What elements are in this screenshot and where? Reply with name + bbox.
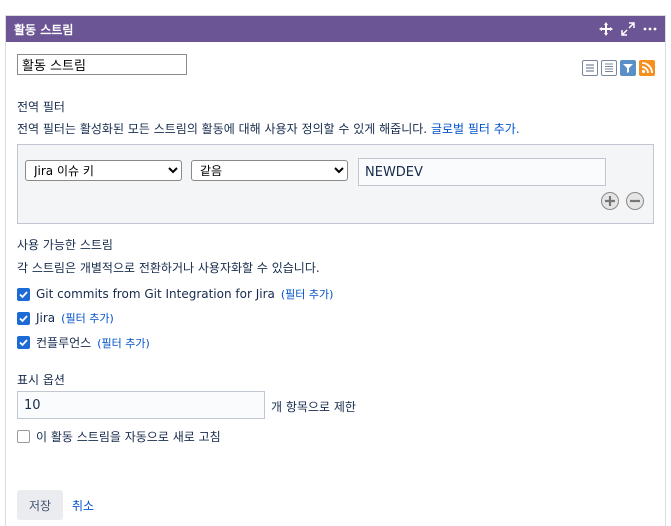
- item-limit-input[interactable]: [17, 391, 265, 419]
- checkbox-checked[interactable]: [17, 287, 30, 301]
- stream-title-input[interactable]: [17, 54, 187, 75]
- list-view-icon[interactable]: [582, 60, 598, 76]
- global-filter-heading: 전역 필터: [17, 100, 65, 114]
- stream-label: Jira: [36, 311, 56, 325]
- checkbox-checked[interactable]: [17, 336, 30, 349]
- stream-item[interactable]: Jira (필터 추가): [17, 310, 114, 326]
- add-stream-filter-link[interactable]: (필터 추가): [97, 335, 150, 351]
- filter-value-input[interactable]: [358, 158, 606, 186]
- add-global-filter-link[interactable]: 글로벌 필터 추가.: [431, 122, 520, 136]
- streams-description: 각 스트림은 개별적으로 전환하거나 사용자화할 수 있습니다.: [17, 261, 320, 275]
- activity-stream-gadget: 활동 스트림 전역 필터 전역 필터는 활성화된 모든 스: [5, 15, 666, 526]
- more-icon[interactable]: [643, 22, 657, 36]
- stream-label: 컨플루언스: [36, 336, 92, 350]
- auto-refresh-row[interactable]: 이 활동 스트림을 자동으로 새로 고침: [17, 428, 221, 445]
- move-icon[interactable]: [599, 22, 613, 36]
- stream-item[interactable]: Git commits from Git Integration for Jir…: [17, 286, 333, 302]
- list-view-icon[interactable]: [601, 60, 617, 76]
- gadget-title: 활동 스트림: [14, 22, 74, 37]
- expand-icon[interactable]: [621, 22, 635, 36]
- streams-heading: 사용 가능한 스트림: [17, 238, 113, 252]
- checkbox-checked[interactable]: [17, 311, 30, 325]
- add-filter-row-button[interactable]: [601, 192, 619, 210]
- rss-icon[interactable]: [639, 60, 655, 76]
- cancel-link[interactable]: 취소: [72, 497, 94, 514]
- view-icons: [582, 60, 655, 76]
- save-button[interactable]: 저장: [17, 490, 63, 520]
- stream-label: Git commits from Git Integration for Jir…: [36, 287, 275, 301]
- add-stream-filter-link[interactable]: (필터 추가): [61, 310, 114, 326]
- filter-field-select[interactable]: Jira 이슈 키: [25, 160, 182, 181]
- item-limit-suffix: 개 항목으로 제한: [271, 400, 356, 414]
- filter-box: Jira 이슈 키 같음: [17, 144, 654, 224]
- display-options-heading: 표시 옵션: [17, 373, 65, 387]
- filter-icon[interactable]: [620, 60, 636, 76]
- stream-item[interactable]: 컨플루언스 (필터 추가): [17, 334, 150, 351]
- gadget-header: 활동 스트림: [6, 16, 665, 42]
- header-actions: [599, 22, 657, 36]
- remove-filter-row-button[interactable]: [626, 192, 644, 210]
- filter-operator-select[interactable]: 같음: [191, 160, 348, 181]
- auto-refresh-checkbox[interactable]: [17, 430, 30, 443]
- global-filter-description: 전역 필터는 활성화된 모든 스트림의 활동에 대해 사용자 정의할 수 있게 …: [17, 122, 520, 136]
- auto-refresh-label: 이 활동 스트림을 자동으로 새로 고침: [36, 430, 221, 444]
- add-stream-filter-link[interactable]: (필터 추가): [281, 286, 334, 302]
